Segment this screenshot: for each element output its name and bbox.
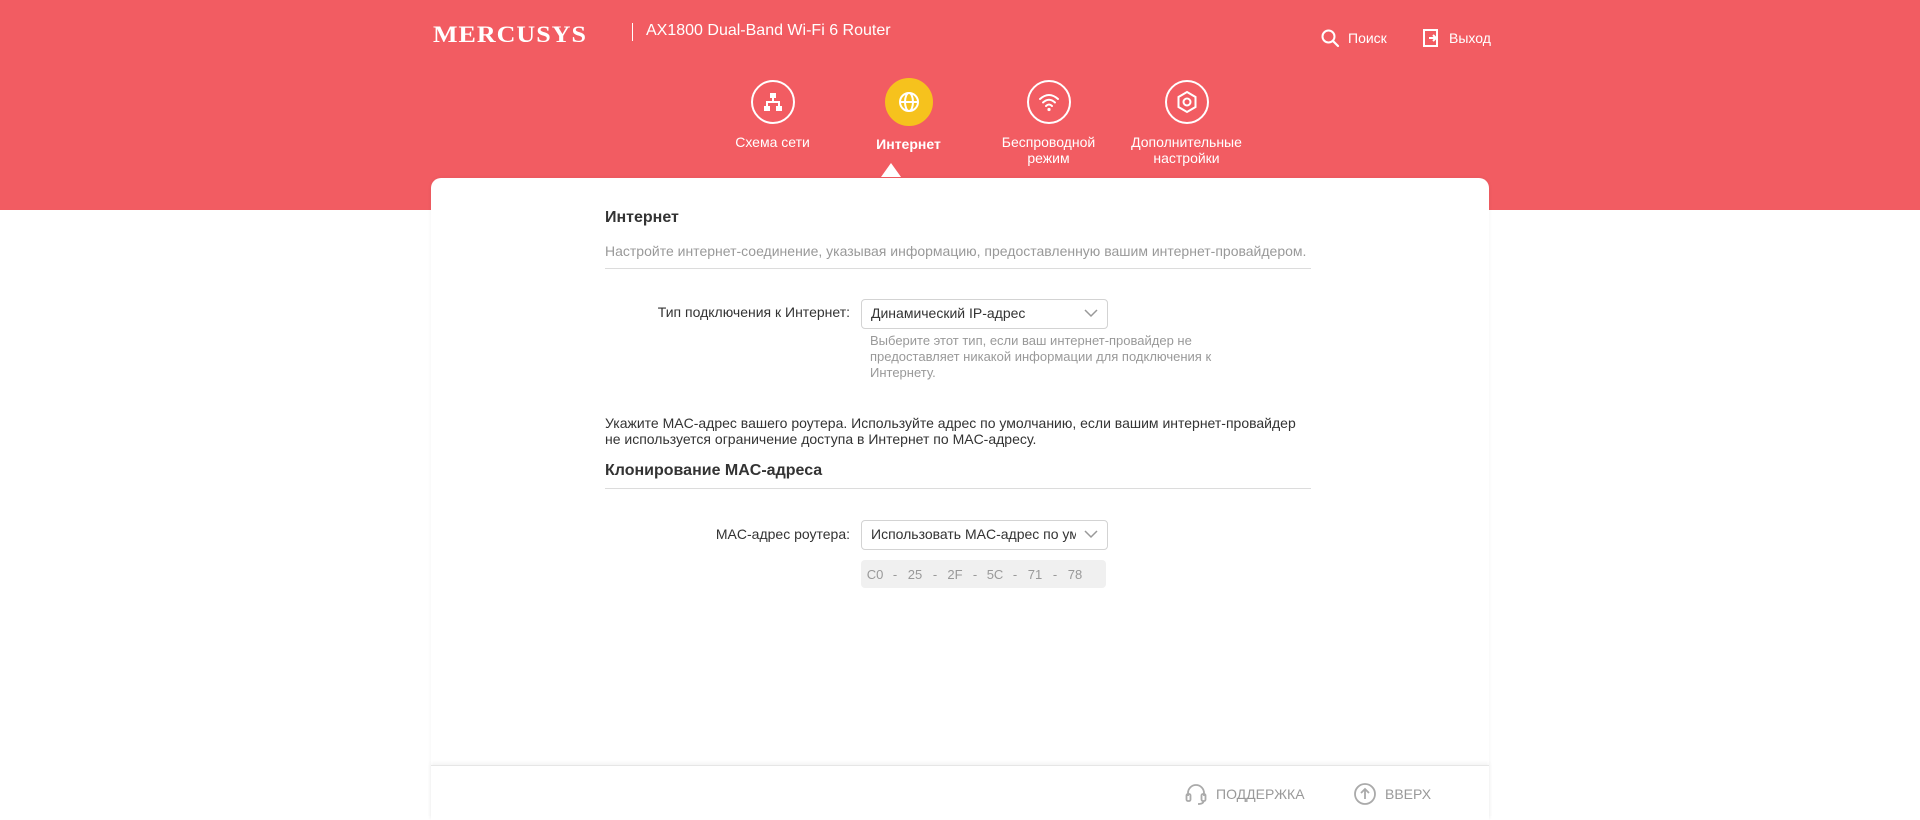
nav-advanced[interactable]: Дополнительные настройки [1118, 80, 1255, 166]
mac-octet: 25 [907, 566, 923, 582]
chevron-down-icon [1084, 530, 1098, 539]
brand-name: MERCUSYS [433, 21, 587, 48]
nav-label: Беспроводной [1001, 134, 1096, 150]
hint-line: Выберите этот тип, если ваш интернет-про… [870, 333, 1192, 348]
notice-line: Укажите MAC-адрес вашего роутера. Исполь… [605, 415, 1296, 431]
nav-internet[interactable]: Интернет [840, 78, 977, 152]
wifi-icon [1026, 80, 1071, 124]
router-mac-mode: Использовать MAC-адрес по умолчанию [871, 526, 1076, 542]
mac-separator: - [1052, 566, 1058, 582]
headset-icon [1185, 784, 1207, 805]
header-divider [632, 23, 633, 41]
mac-octet: 2F [947, 566, 963, 582]
nav-label-line2: настройки [1153, 150, 1220, 166]
back-to-top-link[interactable]: ВВЕРХ [1353, 782, 1431, 806]
active-tab-pointer [881, 163, 901, 177]
internet-section-title: Интернет [605, 209, 679, 226]
nav-label: Интернет [876, 136, 941, 152]
internet-description: Настройте интернет-соединение, указывая … [605, 243, 1307, 259]
router-mac-label: MAC-адрес роутера: [715, 526, 850, 542]
mac-octet: C0 [866, 566, 884, 582]
search-icon [1321, 29, 1340, 48]
mac-address-field: C0 - 25 - 2F - 5C - 71 - 78 [861, 560, 1106, 588]
network-map-icon [750, 80, 795, 124]
settings-gear-icon [1164, 80, 1209, 124]
mac-octet: 78 [1067, 566, 1083, 582]
connection-type-hint: Выберите этот тип, если ваш интернет-про… [870, 333, 1280, 381]
mac-separator: - [1012, 566, 1018, 582]
notice-line: не используется ограничение доступа в Ин… [605, 431, 1037, 447]
top-label: ВВЕРХ [1385, 786, 1432, 802]
nav-wireless[interactable]: Беспроводной режим [980, 80, 1117, 166]
mercusys-logo: MERCUSYS [433, 20, 587, 48]
mac-separator: - [972, 566, 978, 582]
connection-type-select[interactable]: Динамический IP-адрес [861, 299, 1108, 329]
logout-label: Выход [1449, 30, 1491, 46]
mac-separator: - [932, 566, 938, 582]
mac-separator: - [892, 566, 898, 582]
nav-label: Дополнительные [1131, 134, 1242, 150]
nav-label-line2: режим [1027, 150, 1070, 166]
footer-bar: ПОДДЕРЖКА ВВЕРХ [431, 765, 1489, 820]
support-link[interactable]: ПОДДЕРЖКА [1184, 782, 1305, 806]
mac-octet: 5C [986, 566, 1004, 582]
nav-network-map[interactable]: Схема сети [704, 80, 841, 150]
nav-label: Схема сети [735, 134, 810, 150]
logout-icon [1423, 29, 1438, 47]
mac-notice: Укажите MAC-адрес вашего роутера. Исполь… [605, 415, 1311, 447]
connection-type-value: Динамический IP-адрес [871, 305, 1026, 321]
search-button[interactable]: Поиск [1320, 28, 1387, 48]
search-label: Поиск [1348, 30, 1387, 46]
chevron-down-icon [1084, 309, 1098, 318]
router-mac-select[interactable]: Использовать MAC-адрес по умолчанию [861, 520, 1108, 550]
section-divider [605, 488, 1311, 489]
logout-button[interactable]: Выход [1421, 28, 1491, 48]
hint-line: Интернету. [870, 365, 936, 380]
globe-icon [884, 78, 933, 126]
mac-octet: 71 [1027, 566, 1043, 582]
router-model: AX1800 Dual-Band Wi-Fi 6 Router [646, 22, 891, 39]
arrow-up-circle-icon [1354, 783, 1376, 805]
content-card [431, 178, 1489, 819]
mac-clone-section-title: Клонирование MAC-адреса [605, 462, 823, 479]
hint-line: предоставляет никакой информации для под… [870, 349, 1212, 364]
support-label: ПОДДЕРЖКА [1216, 786, 1305, 802]
section-divider [605, 268, 1311, 269]
connection-type-label: Тип подключения к Интернет: [657, 304, 850, 320]
